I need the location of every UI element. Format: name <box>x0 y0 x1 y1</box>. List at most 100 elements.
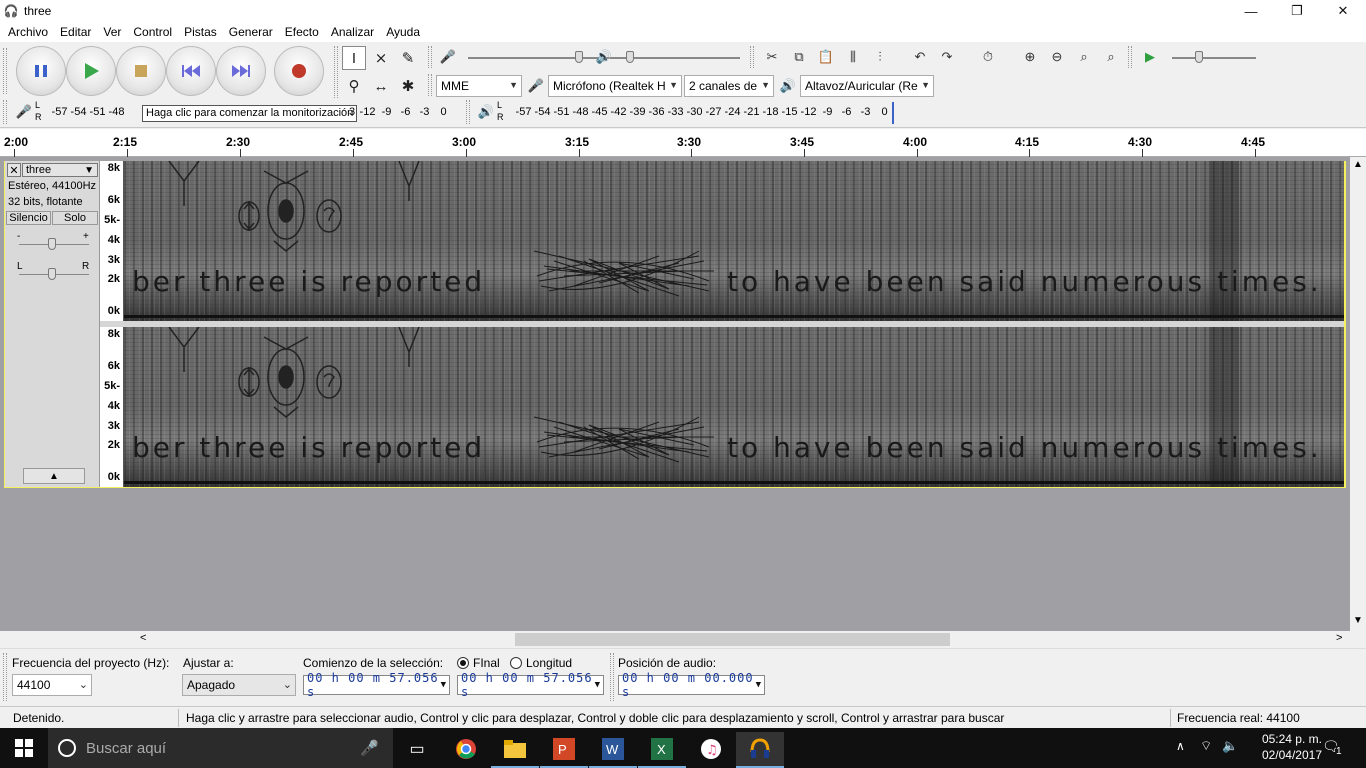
record-meter-scale-tail[interactable]: 3 -12 -9 -6 -3 0 <box>346 106 453 118</box>
horizontal-scroll-thumb[interactable] <box>515 633 950 646</box>
length-radio[interactable] <box>510 657 522 669</box>
zoom-out-icon[interactable]: ⊖ <box>1045 45 1069 69</box>
audio-position-time[interactable]: 00 h 00 m 00.000 s ▼ <box>618 671 765 699</box>
play-speed-slider[interactable] <box>1195 51 1203 63</box>
project-rate-select[interactable]: 44100 ⌄ <box>12 674 92 696</box>
multi-tool-icon[interactable]: ✱ <box>396 74 420 98</box>
volume-icon[interactable]: 🔈 <box>1222 738 1238 754</box>
skip-to-end-button[interactable] <box>216 46 266 96</box>
scroll-right-icon[interactable]: > <box>1336 632 1342 644</box>
play-at-speed-icon[interactable]: ▶ <box>1138 45 1162 69</box>
stop-button[interactable] <box>116 46 166 96</box>
horizontal-scrollbar[interactable]: < > <box>0 631 1350 648</box>
scroll-up-icon[interactable]: ▲ <box>1353 159 1363 170</box>
selection-tool-icon[interactable]: I <box>342 46 366 70</box>
snap-to-select[interactable]: Apagado ⌄ <box>182 674 296 696</box>
track-name-menu[interactable]: three ▼ <box>22 163 98 177</box>
toolbar-grip[interactable] <box>3 100 7 124</box>
timeshift-tool-icon[interactable]: ↔ <box>369 74 393 98</box>
pause-button[interactable] <box>16 46 66 96</box>
cut-icon[interactable]: ✂ <box>760 45 784 69</box>
microphone-icon[interactable]: 🎤 <box>360 739 379 757</box>
toolbar-grip[interactable] <box>466 100 470 124</box>
menu-generar[interactable]: Generar <box>223 25 279 39</box>
sync-lock-icon[interactable]: ⏱ <box>976 45 1000 69</box>
selection-end-time[interactable]: 00 h 00 m 57.056 s ▼ <box>457 671 604 699</box>
menu-ver[interactable]: Ver <box>97 25 127 39</box>
playback-volume-slider[interactable] <box>626 51 634 63</box>
zoom-tool-icon[interactable]: ⚲ <box>342 74 366 98</box>
toolbar-grip[interactable] <box>1128 46 1132 68</box>
fit-project-icon[interactable]: ⌕ <box>1099 45 1123 69</box>
solo-button[interactable]: Solo <box>52 211 98 225</box>
envelope-tool-icon[interactable]: ⨯ <box>369 46 393 70</box>
menu-control[interactable]: Control <box>127 25 178 39</box>
paste-icon[interactable]: 📋 <box>814 45 838 69</box>
frequency-ruler-bottom[interactable]: 8k 6k 5k- 4k 3k 2k 0k <box>100 327 124 487</box>
spectrogram-right-channel[interactable]: ber three is reported to have been said … <box>124 327 1344 487</box>
audio-host-select[interactable]: MME ▼ <box>436 75 522 97</box>
windows-start-icon[interactable] <box>0 731 48 765</box>
toolbar-grip[interactable] <box>3 653 7 701</box>
file-explorer-icon[interactable] <box>491 732 539 766</box>
taskbar-search-box[interactable]: Buscar aquí 🎤 <box>48 728 393 768</box>
timeline-ruler[interactable]: 2:00 2:15 2:30 2:45 3:00 3:15 3:30 3:45 4:00 4:15… <box>0 129 1366 157</box>
play-button[interactable] <box>66 46 116 96</box>
excel-icon[interactable]: X <box>638 732 686 766</box>
powerpoint-icon[interactable]: P <box>540 732 588 766</box>
audacity-taskbar-icon[interactable] <box>736 732 784 766</box>
chevron-up-icon[interactable]: ∧ <box>1176 739 1185 753</box>
menu-ayuda[interactable]: Ayuda <box>380 25 426 39</box>
toolbar-grip[interactable] <box>334 46 338 98</box>
toolbar-grip[interactable] <box>610 653 614 701</box>
task-view-icon[interactable]: ▭ <box>393 732 441 766</box>
minimize-button[interactable]: — <box>1228 0 1274 22</box>
toolbar-grip[interactable] <box>750 46 754 68</box>
taskbar-clock[interactable]: 05:24 p. m. 02/04/2017 <box>1262 731 1322 763</box>
record-meter-scale[interactable]: -57 -54 -51 -48 <box>50 106 126 118</box>
scroll-left-icon[interactable]: < <box>140 632 146 644</box>
menu-analizar[interactable]: Analizar <box>325 25 380 39</box>
menu-efecto[interactable]: Efecto <box>279 25 325 39</box>
channel-separator[interactable] <box>100 321 1344 327</box>
scroll-down-icon[interactable]: ▼ <box>1353 615 1363 626</box>
channels-select[interactable]: 2 canales de ▼ <box>684 75 774 97</box>
collapse-track-button[interactable]: ▲ <box>23 468 85 484</box>
maximize-button[interactable]: ❐ <box>1274 0 1320 22</box>
mute-button[interactable]: Silencio <box>6 211 51 225</box>
trim-icon[interactable]: ⫼ <box>841 45 865 69</box>
pan-slider[interactable] <box>48 268 56 280</box>
menu-pistas[interactable]: Pistas <box>178 25 223 39</box>
record-button[interactable] <box>274 46 324 96</box>
menu-editar[interactable]: Editar <box>54 25 97 39</box>
redo-icon[interactable]: ↷ <box>935 45 959 69</box>
close-track-icon[interactable]: ✕ <box>7 163 21 177</box>
skip-to-start-button[interactable] <box>166 46 216 96</box>
output-device-select[interactable]: Altavoz/Auricular (Re ▼ <box>800 75 934 97</box>
gain-slider[interactable] <box>48 238 56 250</box>
close-window-button[interactable]: ✕ <box>1320 0 1366 22</box>
copy-icon[interactable]: ⧉ <box>787 45 811 69</box>
word-icon[interactable]: W <box>589 732 637 766</box>
wifi-icon[interactable]: ⌔ <box>1200 738 1212 754</box>
record-meter-icon[interactable]: 🎤 <box>12 100 36 124</box>
record-volume-slider[interactable] <box>575 51 583 63</box>
vertical-scrollbar[interactable]: ▲ ▼ <box>1350 157 1366 631</box>
selection-start-time[interactable]: 00 h 00 m 57.056 s ▼ <box>303 671 450 699</box>
zoom-in-icon[interactable]: ⊕ <box>1018 45 1042 69</box>
toolbar-grip[interactable] <box>428 74 432 96</box>
menu-archivo[interactable]: Archivo <box>2 25 54 39</box>
playback-meter-scale[interactable]: -57 -54 -51 -48 -45 -42 -39 -36 -33 -30 -27 -24 -21-… <box>514 106 894 118</box>
frequency-ruler-top[interactable]: 8k 6k 5k- 4k 3k 2k 0k <box>100 161 124 321</box>
end-radio[interactable] <box>457 657 469 669</box>
playback-meter-icon[interactable]: 🔊 <box>474 100 498 124</box>
silence-icon[interactable]: ⫶ <box>868 45 892 69</box>
toolbar-grip[interactable] <box>428 46 432 68</box>
input-device-select[interactable]: Micrófono (Realtek H ▼ <box>548 75 682 97</box>
toolbar-grip[interactable] <box>3 48 7 94</box>
draw-tool-icon[interactable]: ✎ <box>396 46 420 70</box>
chrome-icon[interactable] <box>442 732 490 766</box>
undo-icon[interactable]: ↶ <box>908 45 932 69</box>
fit-selection-icon[interactable]: ⌕ <box>1072 45 1096 69</box>
itunes-icon[interactable]: ♫ <box>687 732 735 766</box>
